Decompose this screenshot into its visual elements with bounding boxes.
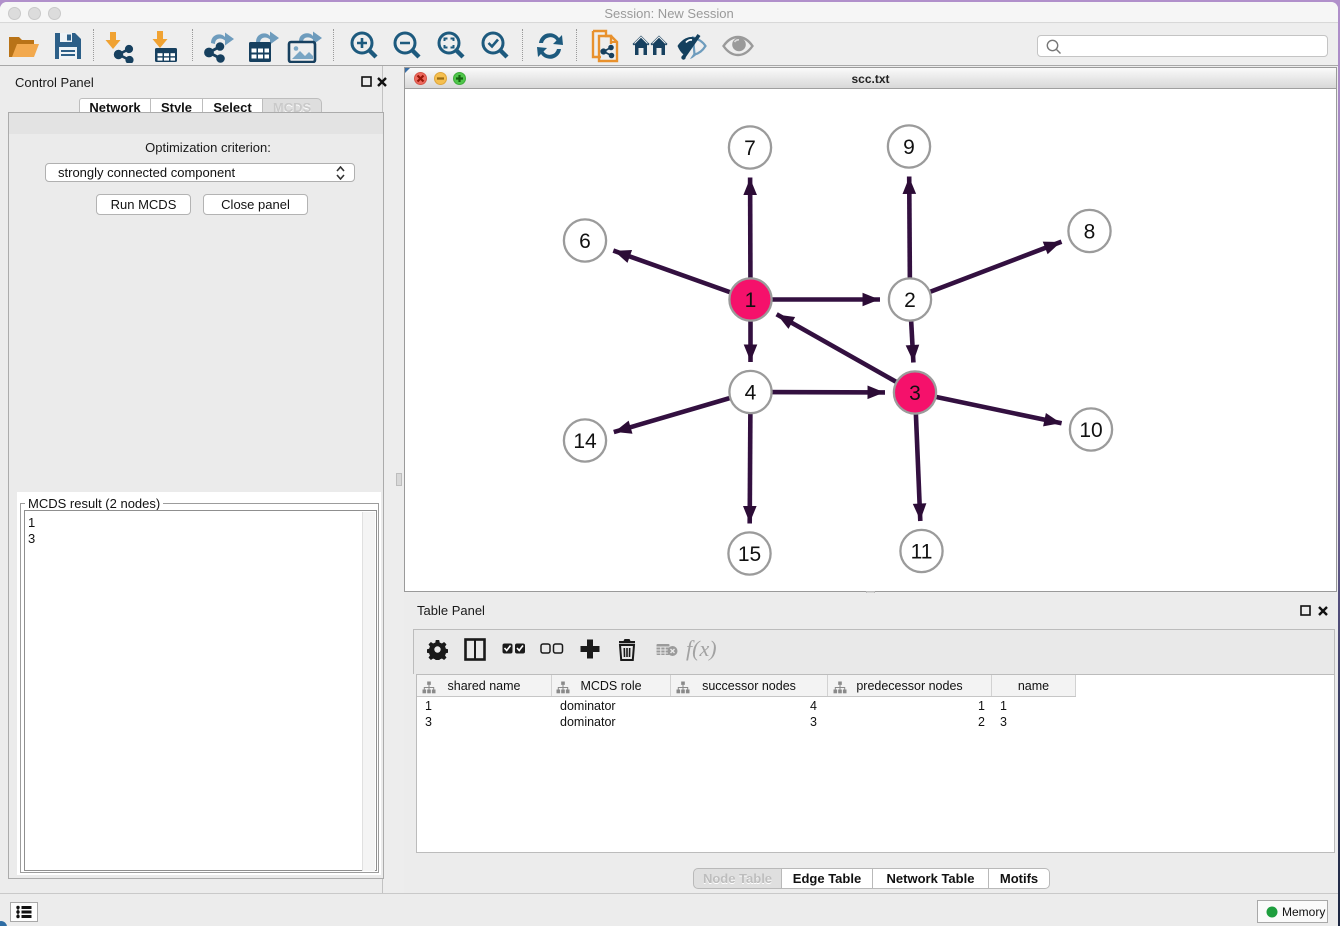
svg-text:8: 8 bbox=[1084, 221, 1096, 244]
svg-text:9: 9 bbox=[903, 136, 915, 159]
svg-text:10: 10 bbox=[1079, 419, 1102, 442]
svg-text:3: 3 bbox=[909, 382, 921, 405]
svg-text:4: 4 bbox=[745, 382, 757, 405]
svg-text:2: 2 bbox=[904, 289, 916, 312]
svg-text:1: 1 bbox=[745, 289, 757, 312]
svg-text:6: 6 bbox=[579, 230, 591, 253]
svg-text:14: 14 bbox=[573, 430, 597, 453]
svg-text:7: 7 bbox=[744, 137, 756, 160]
svg-text:15: 15 bbox=[738, 543, 761, 566]
svg-text:11: 11 bbox=[911, 541, 933, 564]
